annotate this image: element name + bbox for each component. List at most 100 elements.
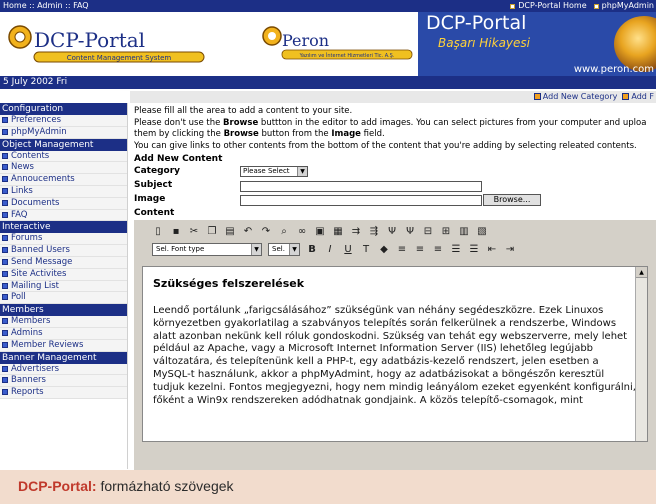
table-icon[interactable]: ▦ <box>332 225 344 237</box>
image-file-input[interactable] <box>240 195 482 206</box>
caption-text: DCP-Portal: formázható szövegek <box>18 478 234 494</box>
sidebar-item-admins[interactable]: Admins <box>0 327 127 340</box>
font-size-select[interactable]: Sel. ▼ <box>268 242 300 256</box>
indent-icon[interactable]: ⇥ <box>504 243 516 255</box>
instruction-text: Please don't use the <box>134 118 224 128</box>
add-new-category-link[interactable]: Add New Category <box>533 91 618 103</box>
sidebar-item-links[interactable]: Links <box>0 185 127 198</box>
add-new-category-label: Add New Category <box>542 92 618 101</box>
dcp-portal-logo[interactable]: DCP-Portal Content Management System <box>6 20 216 68</box>
browse-button[interactable]: Browse... <box>483 194 541 206</box>
bullet-icon <box>2 152 8 159</box>
bullet-icon <box>2 176 8 183</box>
scroll-up-icon[interactable]: ▲ <box>636 267 647 278</box>
sidebar-item-label: Send Message <box>11 256 73 267</box>
sidebar-item-site-activites[interactable]: Site Activites <box>0 268 127 281</box>
success-story-banner[interactable]: DCP-Portal Başarı Hikayesi www.peron.com <box>418 12 656 76</box>
sidebar-section-members: Members <box>0 304 127 317</box>
add-faq-link[interactable]: Add F <box>622 91 654 103</box>
sidebar-item-preferences[interactable]: Preferences <box>0 115 127 127</box>
sidebar-item-poll[interactable]: Poll <box>0 292 127 305</box>
text-color-icon[interactable]: T <box>360 243 372 255</box>
dcp-home-link[interactable]: DCP-Portal Home <box>509 0 587 12</box>
split-cell-icon[interactable]: Ψ <box>386 225 398 237</box>
sidebar-item-phpmyadmin[interactable]: phpMyAdmin <box>0 126 127 139</box>
sidebar-item-reports[interactable]: Reports <box>0 387 127 399</box>
bullet-icon <box>2 389 8 396</box>
sidebar-item-banned-users[interactable]: Banned Users <box>0 245 127 257</box>
sidebar-item-send-message[interactable]: Send Message <box>0 256 127 269</box>
editor-scrollbar[interactable]: ▲ <box>635 267 647 441</box>
sidebar-item-faq[interactable]: FAQ <box>0 209 127 222</box>
editor-toolbar-row-2: Sel. Font type ▼ Sel. ▼ B I U T ◆ ≡ ≡ ≡ ☰ … <box>152 240 516 258</box>
content-label: Content <box>134 208 175 218</box>
bullet-icon <box>2 247 8 254</box>
sidebar-item-news[interactable]: News <box>0 162 127 175</box>
sidebar-item-label: Poll <box>11 292 26 303</box>
redo-icon[interactable]: ↷ <box>260 225 272 237</box>
sidebar-item-advertisers[interactable]: Advertisers <box>0 363 127 376</box>
category-select[interactable]: Please Select ▼ <box>240 166 308 177</box>
sidebar-item-member-reviews[interactable]: Member Reviews <box>0 339 127 352</box>
breadcrumb: Home :: Admin :: FAQ <box>3 1 89 10</box>
paste-icon[interactable]: ▤ <box>224 225 236 237</box>
merge-cell-icon[interactable]: Ψ <box>404 225 416 237</box>
sidebar-item-label: Advertisers <box>11 363 60 374</box>
insert-row-icon[interactable]: ⇉ <box>350 225 362 237</box>
category-label: Category <box>134 166 181 176</box>
bold-icon[interactable]: B <box>306 243 318 255</box>
subject-input[interactable] <box>240 181 482 192</box>
sidebar-item-label: Documents <box>11 197 60 208</box>
bullet-icon <box>2 318 8 325</box>
bullet-icon <box>2 164 8 171</box>
sidebar-item-label: News <box>11 162 34 173</box>
instruction-text: buttton in the editor to add images. You… <box>258 118 647 128</box>
unordered-list-icon[interactable]: ☰ <box>468 243 480 255</box>
save-icon[interactable]: ▪ <box>170 225 182 237</box>
font-type-select-value: Sel. Font type <box>156 244 205 253</box>
ordered-list-icon[interactable]: ☰ <box>450 243 462 255</box>
delete-row-icon[interactable]: ⊟ <box>422 225 434 237</box>
font-type-select[interactable]: Sel. Font type ▼ <box>152 242 262 256</box>
insert-column-icon[interactable]: ⇶ <box>368 225 380 237</box>
undo-icon[interactable]: ↶ <box>242 225 254 237</box>
subject-label: Subject <box>134 180 173 190</box>
sidebar-item-forums[interactable]: Forums <box>0 233 127 246</box>
italic-icon[interactable]: I <box>324 243 336 255</box>
instruction-line-1: Please fill all the area to add a conten… <box>134 106 353 116</box>
editor-body-text: Leendő portálunk „farigcsálásához” szüks… <box>153 305 636 406</box>
link-icon[interactable]: ∞ <box>296 225 308 237</box>
banner-title: DCP-Portal <box>426 12 527 34</box>
align-right-icon[interactable]: ≡ <box>432 243 444 255</box>
sidebar-item-documents[interactable]: Documents <box>0 197 127 210</box>
peron-logo[interactable]: Peron Yazılım ve İnternet Hizmetleri Tic… <box>262 22 442 70</box>
new-document-icon[interactable]: ▯ <box>152 225 164 237</box>
logo2-subtitle: Yazılım ve İnternet Hizmetleri Tic. A.Ş. <box>299 52 395 59</box>
editor-toolbar-row-1: ▯ ▪ ✂ ❐ ▤ ↶ ↷ ⌕ ∞ ▣ ▦ ⇉ ⇶ Ψ Ψ ⊟ ⊞ ▥ ▧ <box>152 222 488 240</box>
bullet-icon <box>2 294 8 301</box>
align-left-icon[interactable]: ≡ <box>396 243 408 255</box>
phpmyadmin-link[interactable]: phpMyAdmin <box>592 0 654 12</box>
cut-icon[interactable]: ✂ <box>188 225 200 237</box>
outdent-icon[interactable]: ⇤ <box>486 243 498 255</box>
cell-props-icon[interactable]: ▧ <box>476 225 488 237</box>
underline-icon[interactable]: U <box>342 243 354 255</box>
sidebar-item-contents[interactable]: Contents <box>0 150 127 163</box>
copy-icon[interactable]: ❐ <box>206 225 218 237</box>
sidebar-item-members[interactable]: Members <box>0 316 127 328</box>
chevron-down-icon: ▼ <box>297 167 307 176</box>
editor-content-area[interactable]: Szükséges felszerelések Leendő portálunk… <box>142 266 648 442</box>
date-bar: 5 July 2002 Fri <box>0 76 656 89</box>
logo1-title: DCP-Portal <box>34 28 145 52</box>
sidebar-item-annoucements[interactable]: Annoucements <box>0 174 127 186</box>
current-date: 5 July 2002 Fri <box>3 77 68 87</box>
sidebar-item-banners[interactable]: Banners <box>0 375 127 388</box>
delete-column-icon[interactable]: ⊞ <box>440 225 452 237</box>
find-icon[interactable]: ⌕ <box>278 225 290 237</box>
sidebar-item-mailing-list[interactable]: Mailing List <box>0 280 127 293</box>
bullet-icon <box>2 117 8 123</box>
image-icon[interactable]: ▣ <box>314 225 326 237</box>
highlight-icon[interactable]: ◆ <box>378 243 390 255</box>
align-center-icon[interactable]: ≡ <box>414 243 426 255</box>
table-props-icon[interactable]: ▥ <box>458 225 470 237</box>
